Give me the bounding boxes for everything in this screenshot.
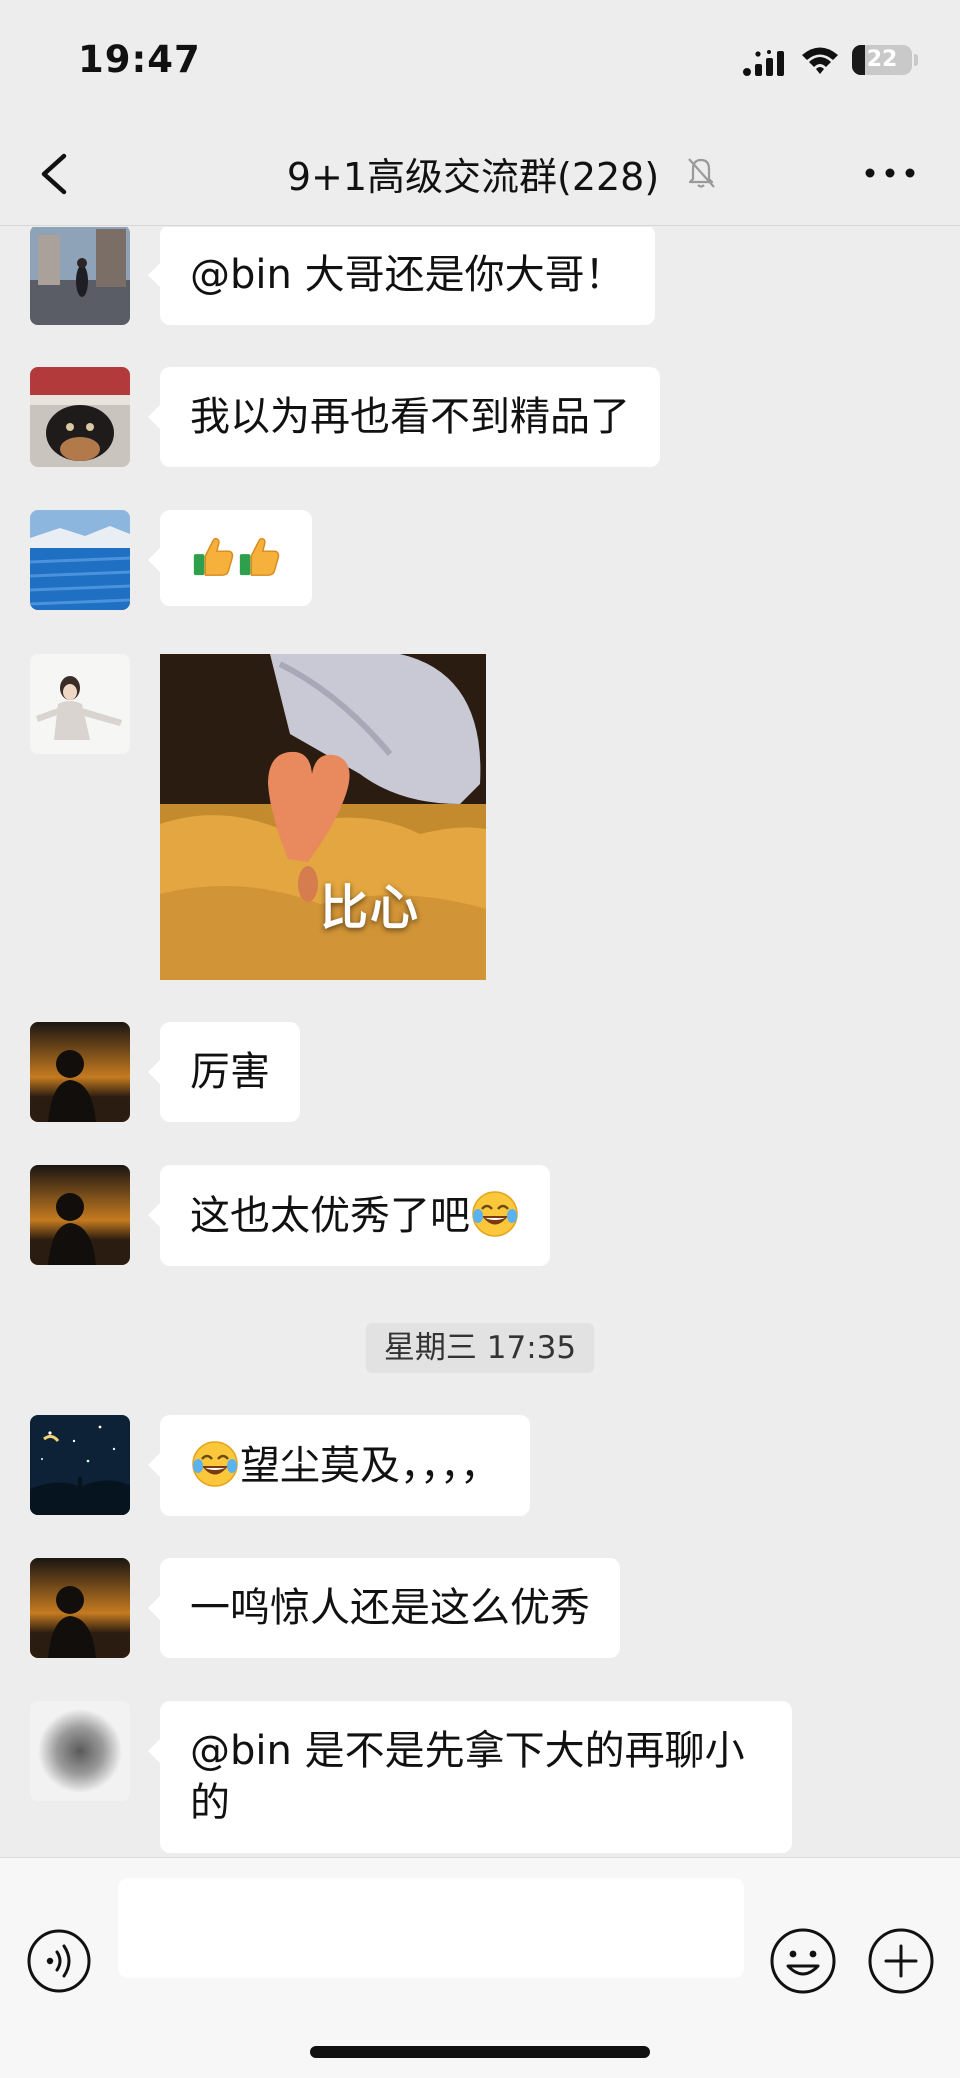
message-list[interactable]: @bin 大哥还是你大哥！ 我以为再也看不到精品了 比心 厉害 这也太优秀了吧 … — [0, 227, 960, 1857]
message-text-line: 的 — [190, 1780, 230, 1826]
battery-tip — [914, 54, 918, 66]
sticker-caption: 比心 — [320, 880, 421, 936]
battery-level: 22 — [866, 47, 898, 72]
timestamp-divider: 星期三 17:35 — [366, 1323, 594, 1373]
message-text-line: @bin 是不是先拿下大的再聊小 — [190, 1728, 745, 1774]
message-bubble[interactable]: 厉害 — [148, 1022, 300, 1122]
message-bubble[interactable]: 望尘莫及，，，， — [148, 1415, 530, 1516]
avatar[interactable] — [30, 1558, 130, 1658]
status-bar: 19:47 22 — [0, 0, 960, 120]
avatar[interactable] — [30, 510, 130, 610]
avatar[interactable] — [30, 1022, 130, 1122]
message-bubble[interactable]: 我以为再也看不到精品了 — [148, 367, 660, 467]
cellular-signal-icon — [743, 50, 784, 76]
message-bubble[interactable] — [148, 510, 312, 606]
battery-icon: 22 — [852, 45, 912, 75]
avatar[interactable] — [30, 1701, 130, 1801]
message-text: 这也太优秀了吧 — [190, 1193, 470, 1239]
avatar[interactable] — [30, 1165, 130, 1265]
bell-muted-icon — [688, 158, 715, 188]
wifi-icon — [802, 47, 838, 74]
chat-header: 9+1高级交流群(228) — [0, 120, 960, 226]
thumbs-up-icon — [236, 533, 282, 579]
tears-of-joy-icon — [470, 1189, 520, 1239]
message-input[interactable] — [118, 1878, 744, 1978]
message-bubble[interactable]: @bin 大哥还是你大哥！ — [148, 227, 655, 325]
voice-input-icon[interactable] — [26, 1928, 92, 1994]
thumbs-up-icon — [190, 533, 236, 579]
avatar[interactable] — [30, 654, 130, 754]
avatar[interactable] — [30, 367, 130, 467]
plus-circle-icon[interactable] — [866, 1926, 936, 1996]
more-dots-icon[interactable] — [862, 158, 918, 188]
emoji-face-icon[interactable] — [768, 1926, 838, 1996]
input-bar — [0, 1857, 960, 2078]
avatar[interactable] — [30, 1415, 130, 1515]
status-time: 19:47 — [78, 38, 201, 81]
message-bubble[interactable]: @bin 是不是先拿下大的再聊小 的 — [148, 1701, 792, 1853]
group-title: 9+1高级交流群(228) — [286, 155, 660, 199]
message-bubble[interactable]: 这也太优秀了吧 — [148, 1165, 550, 1266]
message-bubble[interactable]: 一鸣惊人还是这么优秀 — [148, 1558, 620, 1658]
message-text: 望尘莫及，，，， — [240, 1443, 500, 1489]
avatar[interactable] — [30, 227, 130, 325]
tears-of-joy-icon — [190, 1439, 240, 1489]
home-indicator — [310, 2046, 650, 2058]
sticker-image[interactable]: 比心 — [160, 654, 486, 980]
